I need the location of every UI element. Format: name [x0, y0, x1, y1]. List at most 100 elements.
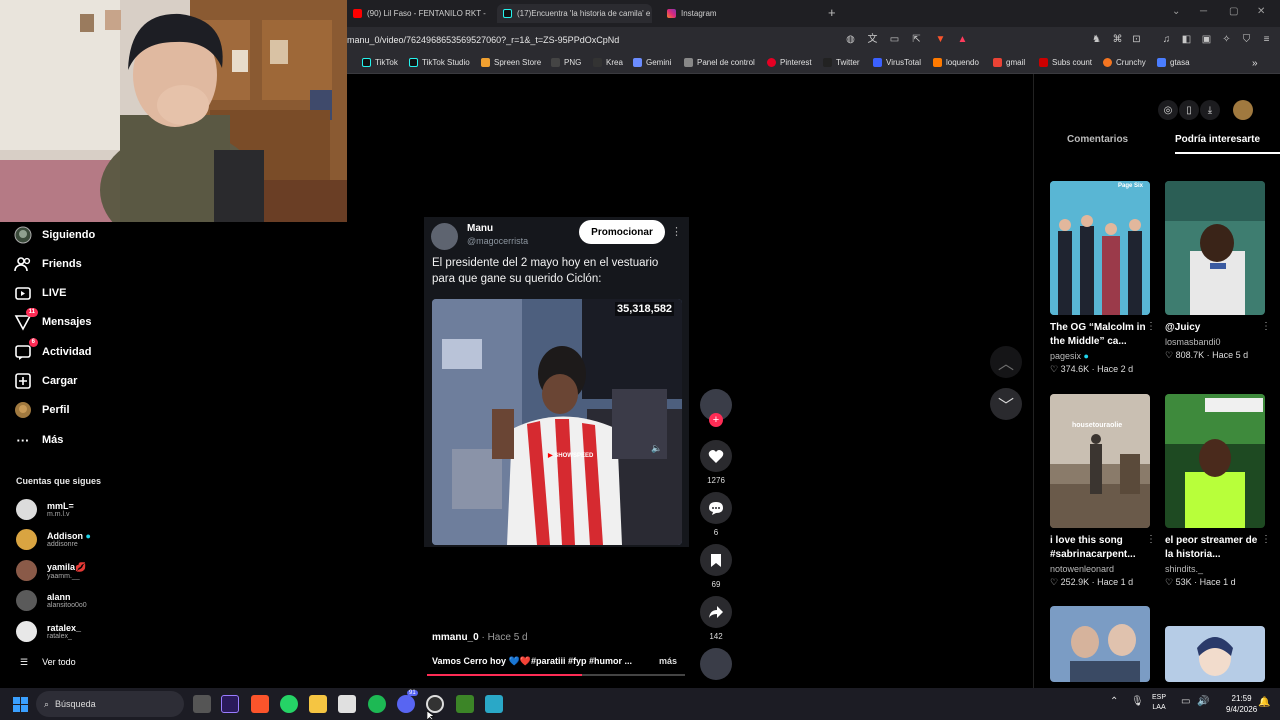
bookmark-item[interactable]: VirusTotal	[873, 58, 921, 67]
bookmark-item[interactable]: loquendo	[933, 58, 979, 67]
followed-account[interactable]: mmL= m.m.l.v	[16, 499, 74, 520]
compass-icon[interactable]: ◎	[1158, 100, 1178, 120]
bookmark-item[interactable]: Gemini	[633, 58, 671, 67]
url-field[interactable]: manu_0/video/7624968653569527060?_r=1&_t…	[347, 35, 619, 45]
language-indicator[interactable]: ESP LAA	[1152, 693, 1166, 713]
video-clip[interactable]	[432, 299, 682, 545]
media-icon[interactable]: ♫	[1160, 34, 1173, 46]
tab-youtube[interactable]: (90) Lil Faso - FENTANILO RKT - YouT	[347, 4, 487, 23]
brave-shields-icon[interactable]: ▼	[934, 34, 947, 46]
bookmark-item[interactable]: Panel de control	[684, 58, 755, 67]
taskbar-search[interactable]: ⌕ Búsqueda	[36, 691, 184, 717]
video-player[interactable]: Manu @magocerrista Promocionar ⋮ El pres…	[424, 217, 689, 547]
translate-ext-icon[interactable]: ⌘	[1111, 34, 1124, 46]
promote-button[interactable]: Promocionar	[579, 220, 665, 244]
minimize-button[interactable]: ─	[1200, 6, 1207, 17]
cast-icon[interactable]: ▭	[888, 34, 901, 46]
sound-disc-button[interactable]	[700, 648, 732, 680]
next-video-button[interactable]: ﹀	[990, 388, 1022, 420]
brave-icon[interactable]	[251, 695, 269, 713]
minecraft-icon[interactable]	[456, 695, 474, 713]
chevron-up-icon[interactable]: ⌃	[1110, 696, 1118, 707]
follow-plus-icon[interactable]: +	[709, 413, 723, 427]
sidebar-item-messages[interactable]: 11 Mensajes	[14, 308, 92, 331]
bookmark-item[interactable]: Krea	[593, 58, 623, 67]
share-button[interactable]: 142	[700, 596, 732, 641]
suggested-video[interactable]: el peor streamer de la historia... shind…	[1165, 394, 1271, 588]
bookmark-item[interactable]: TikTok	[362, 58, 398, 67]
sidebar-item-more[interactable]: ··· Más	[14, 431, 64, 449]
store-icon[interactable]	[338, 695, 356, 713]
vpn-icon[interactable]: ⛉	[1240, 34, 1253, 46]
download-icon[interactable]: ⤓	[1200, 100, 1220, 120]
tab-comments[interactable]: Comentarios	[1067, 134, 1128, 145]
comment-button[interactable]: 6	[700, 492, 732, 537]
network-icon[interactable]: ▭	[1181, 696, 1190, 707]
bookmark-item[interactable]: TikTok Studio	[409, 58, 470, 67]
sidebar-item-following[interactable]: Siguiendo	[14, 226, 95, 244]
tab-suggestions[interactable]: Podría interesarte	[1175, 134, 1260, 145]
sidebar-item-profile[interactable]: Perfil	[14, 401, 70, 419]
whatsapp-icon[interactable]	[280, 695, 298, 713]
task-view-icon[interactable]	[193, 695, 211, 713]
windows-start-icon[interactable]	[13, 697, 28, 712]
video-progress-bar[interactable]	[427, 674, 685, 676]
more-options-icon[interactable]: ⋮	[1146, 321, 1156, 332]
more-options-icon[interactable]: ⋮	[1261, 534, 1271, 545]
previous-video-button[interactable]: ︿	[990, 346, 1022, 378]
maximize-button[interactable]: ▢	[1229, 6, 1238, 17]
device-icon[interactable]: ▯	[1179, 100, 1199, 120]
menu-icon[interactable]: ≡	[1260, 34, 1273, 46]
bookmark-item[interactable]: Spreen Store	[481, 58, 541, 67]
translate-icon[interactable]: 文	[866, 34, 879, 46]
video-author[interactable]: mmanu_0 · Hace 5 d	[432, 632, 528, 643]
spotify-icon[interactable]	[368, 695, 386, 713]
close-window-button[interactable]: ✕	[1257, 6, 1265, 17]
bookmark-item[interactable]: Pinterest	[767, 58, 812, 67]
followed-account[interactable]: yamila💋 yaamm.__	[16, 560, 86, 581]
sidebar-item-upload[interactable]: Cargar	[14, 372, 77, 390]
like-button[interactable]: 1276	[700, 440, 732, 485]
sidebar-icon[interactable]: ◧	[1180, 34, 1193, 46]
extension-icon[interactable]: ♞	[1090, 34, 1103, 46]
more-options-icon[interactable]: ⋮	[671, 225, 682, 238]
reader-mode-icon[interactable]: ◍	[844, 34, 857, 46]
suggested-video[interactable]	[1165, 626, 1265, 682]
followed-account[interactable]: Addison ● addisonre	[16, 529, 91, 550]
sidebar-item-live[interactable]: LIVE	[14, 284, 66, 302]
followed-account[interactable]: ratalex_ ratalex_	[16, 621, 81, 642]
more-bookmarks-icon[interactable]: »	[1252, 58, 1258, 69]
tab-tiktok[interactable]: (17)Encuentra 'la historia de camila' e	[497, 4, 652, 23]
volume-icon[interactable]: 🔈	[651, 443, 662, 454]
notepad-icon[interactable]	[485, 695, 503, 713]
file-explorer-icon[interactable]	[309, 695, 327, 713]
bookmark-item[interactable]: Twitter	[823, 58, 860, 67]
more-options-icon[interactable]: ⋮	[1146, 534, 1156, 545]
bookmark-item[interactable]: Subs count	[1039, 58, 1092, 67]
tab-instagram[interactable]: Instagram	[661, 4, 821, 23]
bookmark-item[interactable]: gtasa	[1157, 58, 1190, 67]
notification-bell-icon[interactable]: 🔔	[1258, 697, 1270, 708]
bookmark-item[interactable]: gmail	[993, 58, 1025, 67]
wallet-icon[interactable]: ▣	[1200, 34, 1213, 46]
sidebar-item-activity[interactable]: 6 Actividad	[14, 338, 92, 361]
suggested-video[interactable]: housetouraolie i love this song #sabrina…	[1050, 394, 1156, 588]
brave-rewards-icon[interactable]: ▲	[956, 34, 969, 46]
bookmark-item[interactable]: PNG	[551, 58, 581, 67]
suggested-video[interactable]: @Juicy losmasbandi0 ♡ 808.7K · Hace 5 d …	[1165, 181, 1271, 361]
suggested-video[interactable]: Page Six The OG “Malcolm in the Middle” …	[1050, 181, 1156, 375]
see-all-link[interactable]: ☰ Ver todo	[20, 657, 76, 668]
suggested-video[interactable]	[1050, 606, 1150, 682]
profile-avatar[interactable]	[1233, 100, 1253, 120]
discord-icon[interactable]: 91	[397, 690, 418, 713]
volume-icon[interactable]: 🔊	[1197, 696, 1209, 707]
microphone-icon[interactable]: 🎙	[1131, 696, 1144, 707]
sidebar-item-friends[interactable]: Friends	[14, 255, 82, 273]
more-options-icon[interactable]: ⋮	[1261, 321, 1271, 332]
save-button[interactable]: 69	[700, 544, 732, 589]
screenshot-icon[interactable]: ⊡	[1130, 34, 1143, 46]
share-icon[interactable]: ⇱	[910, 34, 923, 46]
premiere-icon[interactable]	[221, 695, 239, 713]
caption-more-link[interactable]: más	[659, 656, 677, 666]
creator-avatar-button[interactable]: +	[700, 389, 732, 427]
